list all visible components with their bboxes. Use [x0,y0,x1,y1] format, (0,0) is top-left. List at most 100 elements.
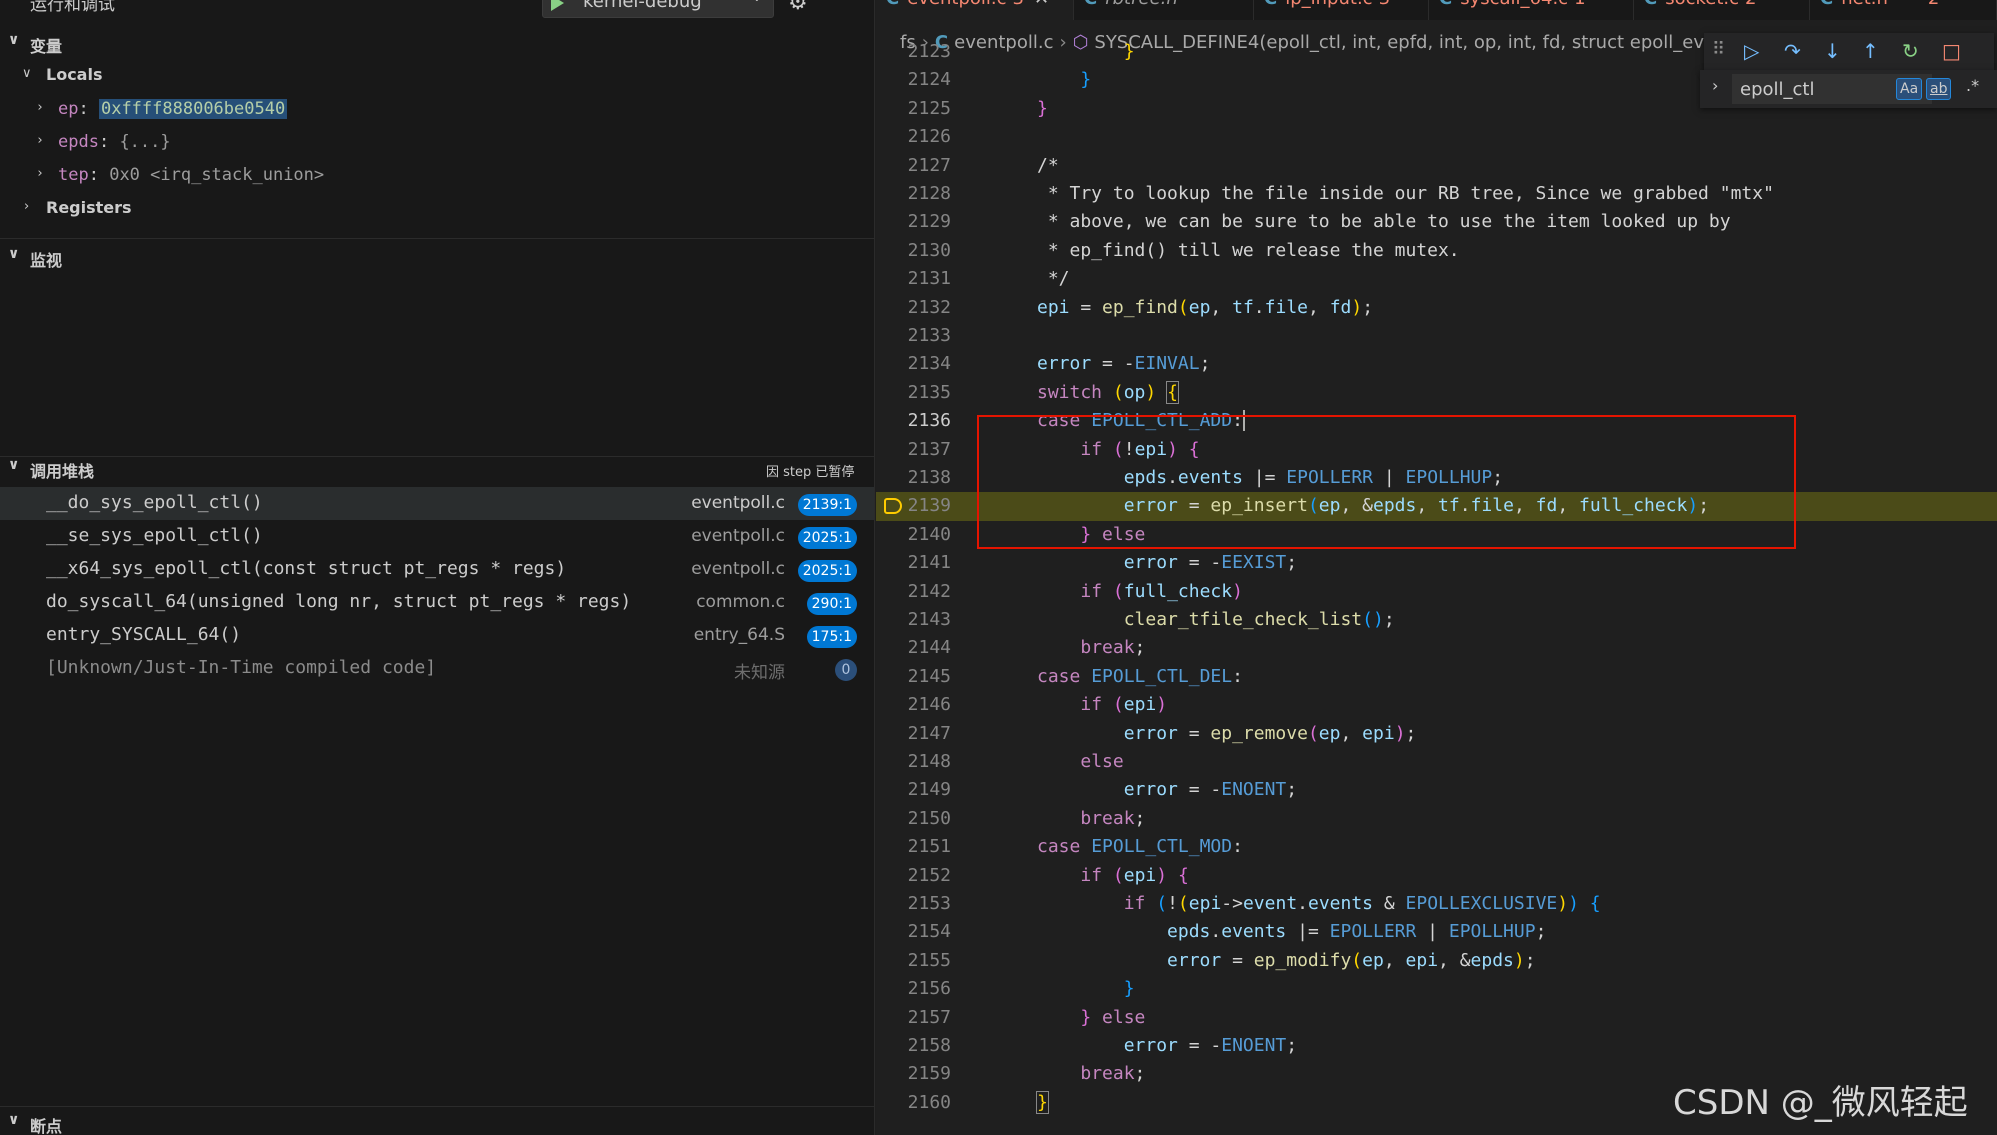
line-number: 2132 [907,296,951,318]
line-number: 2128 [907,183,951,204]
stack-frame[interactable]: __x64_sys_epoll_ctl(const struct pt_regs… [0,553,874,586]
sidebar-title: 运行和调试 [30,0,115,15]
breakpoints-section-header[interactable]: ∨ 断点 [0,1110,874,1135]
c-file-icon: C [886,0,899,9]
stop-icon[interactable]: □ [1942,39,1961,63]
line-number: 2126 [907,126,951,148]
chevron-down-icon[interactable]: ⌄ [751,0,763,5]
start-debugging-icon[interactable] [551,0,564,11]
line-number: 2139 [907,495,951,517]
more-actions-icon[interactable]: ··· [826,0,848,8]
line-number: 2143 [907,609,951,630]
editor-tabs: Ceventpoll.c 3 ✕ Crbtree.h Cip_input.c 3 Cs… [876,0,1997,20]
continue-icon[interactable]: ▷ [1744,39,1759,63]
line-number: 2124 [907,69,951,91]
restart-icon[interactable]: ↻ [1902,39,1919,63]
watch-section-header[interactable]: ∨ 监视 [0,244,874,272]
code-line: 2134 error = -EINVAL; [876,350,1997,378]
code-line: 2135 switch (op) { [876,379,1997,407]
code-line: 2137 if (!epi) { [876,436,1997,464]
drag-handle-icon[interactable]: ⠿ [1712,39,1725,60]
line-number: 2157 [907,1006,951,1028]
c-file-icon: C [1820,0,1833,9]
close-icon[interactable]: ✕ [1034,0,1049,9]
tab-rbtree[interactable]: Crbtree.h [1074,0,1254,20]
code-line: 2148 else [876,748,1997,776]
divider [0,238,874,239]
line-number: 2156 [907,978,951,1000]
divider [0,1106,874,1107]
code-line: 2155 error = ep_modify(ep, epi, &epds); [876,947,1997,975]
debug-config-select[interactable]: kernel-debug ⌄ [542,0,774,18]
c-file-icon: C [1439,0,1452,9]
step-out-icon[interactable]: ↑ [1862,39,1879,63]
registers-label: Registers [46,198,132,217]
frame-function: __x64_sys_epoll_ctl(const struct pt_regs… [46,558,567,579]
chevron-right-icon: › [24,199,30,214]
stack-frame[interactable]: do_syscall_64(unsigned long nr, struct p… [0,586,874,619]
variables-section-header[interactable]: ∨ 变量 [0,30,874,58]
whole-word-toggle[interactable]: ab [1926,78,1952,100]
c-file-icon: C [1264,0,1277,9]
line-number: 2130 [907,239,951,261]
line-number: 2131 [907,268,951,290]
code-line: 2154 epds.events |= EPOLLERR | EPOLLHUP; [876,918,1997,946]
tab-syscall-64[interactable]: Csyscall_64.c 1 [1429,0,1634,20]
variable-row[interactable]: › epds: {...} [0,127,874,159]
stack-frame[interactable]: __se_sys_epoll_ctl() eventpoll.c 2025:1 [0,520,874,553]
code-line: 2127/* [876,152,1997,180]
step-into-icon[interactable]: ↓ [1824,39,1841,63]
variable-row[interactable]: › ep: 0xffff888006be0540 [0,94,874,126]
regex-toggle[interactable]: .* [1966,76,1979,95]
match-case-toggle[interactable]: Aa [1896,78,1923,100]
locals-label: Locals [46,65,103,84]
line-number: 2145 [907,665,951,687]
step-over-icon[interactable]: ↷ [1784,39,1801,63]
stack-frame[interactable]: entry_SYSCALL_64() entry_64.S 175:1 [0,619,874,652]
variables-header-label: 变量 [30,37,63,56]
code-line: 2129 * above, we can be sure to be able … [876,208,1997,236]
code-line: 2140 } else [876,521,1997,549]
locals-scope[interactable]: ∨ Locals [0,60,874,92]
code-line: 2143 clear_tfile_check_list(); [876,606,1997,634]
frame-file: common.c [696,592,785,612]
tab-eventpoll[interactable]: Ceventpoll.c 3 ✕ [876,0,1074,20]
tab-net-h[interactable]: Cnet.h 2 [1810,0,1997,20]
callstack-section-header[interactable]: ∨ 调用堆栈 因 step 已暂停 [0,455,874,483]
chevron-down-icon: ∨ [8,1112,20,1128]
line-number: 2135 [907,381,951,403]
line-number: 2160 [907,1091,951,1113]
tab-ip-input[interactable]: Cip_input.c 3 [1254,0,1429,20]
chevron-down-icon: ∨ [8,32,20,48]
frame-line-badge: 175:1 [806,626,857,648]
variable-row[interactable]: › tep: 0x0 <irq_stack_union> [0,160,874,192]
frame-line-badge: 2139:1 [797,494,857,516]
chevron-right-icon: › [36,166,44,181]
line-number: 2149 [907,779,951,801]
registers-scope[interactable]: › Registers [0,193,874,225]
frame-function: entry_SYSCALL_64() [46,624,242,645]
tab-socket[interactable]: Csocket.c 2 [1634,0,1810,20]
tab-label: eventpoll.c [907,0,1006,9]
variable-name: epds [58,132,99,152]
gear-icon[interactable]: ⚙ [788,0,808,15]
code-line: 2147 error = ep_remove(ep, epi); [876,720,1997,748]
frame-line-badge: 2025:1 [797,560,857,582]
code-line: 2156 } [876,975,1997,1003]
tab-label: ip_input.c [1285,0,1372,9]
find-widget: › Aa ab .* [1700,70,1997,108]
stack-frame[interactable]: [Unknown/Just-In-Time compiled code] 未知源… [0,652,874,685]
watch-header-label: 监视 [30,251,63,270]
frame-file: eventpoll.c [691,493,785,513]
line-number: 2158 [907,1035,951,1056]
breakpoints-header-label: 断点 [30,1117,63,1135]
line-number: 2144 [907,637,951,659]
code-line-current: 2136 case EPOLL_CTL_ADD: [876,407,1997,435]
line-number: 2137 [907,438,951,460]
variable-name: ep [58,99,79,119]
code-line: 2150 break; [876,805,1997,833]
chevron-right-icon[interactable]: › [1712,76,1718,95]
tab-problem-count: 3 [1379,0,1390,9]
stack-frame[interactable]: __do_sys_epoll_ctl() eventpoll.c 2139:1 [0,487,874,520]
tab-problem-count: 3 [1013,0,1024,9]
